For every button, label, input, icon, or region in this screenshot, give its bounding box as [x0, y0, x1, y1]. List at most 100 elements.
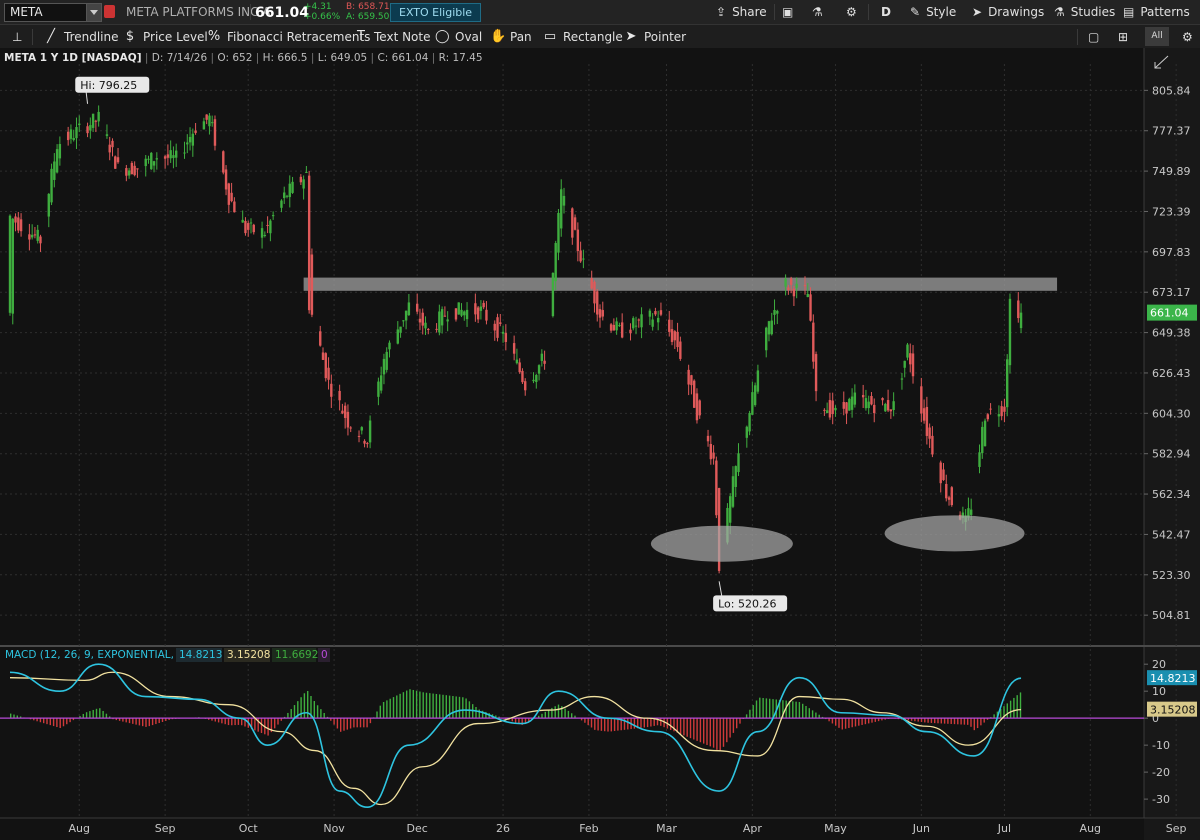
tool-label: Text Note: [374, 29, 431, 44]
candle-body: [97, 111, 100, 122]
candle-body: [1000, 406, 1003, 417]
candle-body: [152, 161, 156, 166]
candle-body: [465, 309, 469, 320]
candle-body: [656, 317, 660, 323]
tool-trendline[interactable]: ╱ Trendline: [44, 25, 118, 48]
candle-body: [873, 404, 876, 414]
all-layout-button[interactable]: All: [1145, 27, 1169, 46]
histogram-bar: [729, 718, 731, 738]
candle-body: [321, 352, 325, 360]
info-range: R: 17.45: [438, 52, 483, 64]
candle-body: [485, 309, 488, 321]
histogram-bar: [151, 718, 154, 726]
histogram-bar: [396, 695, 398, 719]
symbol-dropdown-icon[interactable]: [86, 4, 101, 21]
histogram-bar: [56, 718, 58, 728]
histogram-bar: [89, 711, 91, 719]
histogram-bar: [564, 708, 566, 719]
histogram-bar: [227, 718, 230, 726]
linking-icon[interactable]: [104, 5, 115, 18]
candle-body: [366, 443, 369, 445]
candle-body: [127, 170, 131, 176]
candle-body: [111, 140, 114, 148]
histogram-bar: [699, 718, 702, 743]
tool-pan[interactable]: ✋ Pan: [490, 25, 532, 48]
price-tick-label: 626.43: [1152, 367, 1191, 380]
candle-body: [479, 306, 483, 311]
candle-body: [853, 392, 857, 405]
candle-body: [814, 354, 818, 392]
candle-body: [535, 374, 538, 382]
candle-body: [379, 375, 383, 391]
exto-badge: EXTO Eligible: [390, 3, 482, 22]
histogram-bar: [937, 718, 939, 724]
candle-body: [767, 321, 771, 335]
drawings-button[interactable]: ➤ Drawings: [972, 0, 1044, 24]
price-tick-label: 777.37: [1152, 125, 1191, 138]
symbol-input[interactable]: META: [4, 3, 102, 22]
histogram-bar: [366, 718, 368, 728]
histogram-bar: [861, 718, 863, 725]
histogram-bar: [293, 705, 296, 719]
histogram-bar: [739, 718, 741, 724]
aggregation-button[interactable]: D: [881, 0, 891, 24]
price-chart[interactable]: 805.84 777.37 749.89 723.39 697.83 673.17 649.…: [0, 48, 1200, 840]
histogram-bar: [231, 718, 233, 726]
bid-value: B: 658.71: [346, 2, 390, 12]
support-oval: [884, 515, 1025, 552]
price-tick-label: 723.39: [1152, 205, 1191, 218]
tool-price-level[interactable]: $ Price Level: [123, 25, 208, 48]
tool-rectangle[interactable]: ▭ Rectangle: [543, 25, 623, 48]
single-layout-icon[interactable]: ▢: [1088, 25, 1099, 48]
candle-body: [881, 398, 884, 401]
candle-body: [208, 115, 211, 127]
pin-icon[interactable]: ⊥: [12, 25, 22, 48]
tool-text-note[interactable]: T Text Note: [354, 25, 431, 48]
gear-icon[interactable]: ⚙: [1182, 25, 1193, 48]
candle-body: [521, 370, 524, 383]
histogram-bar: [934, 718, 936, 724]
studies-button[interactable]: ⚗ Studies: [1054, 0, 1115, 24]
histogram-bar: [59, 718, 61, 728]
candle-body: [271, 215, 275, 217]
histogram-bar: [607, 718, 609, 732]
histogram-bar: [594, 718, 596, 730]
candle-body: [418, 318, 422, 323]
candle-body: [66, 131, 70, 141]
patterns-button[interactable]: ▤ Patterns: [1123, 0, 1190, 24]
divider: [774, 4, 775, 20]
macd-study-label: MACD (12, 26, 9, EXPONENTIAL, no): [5, 649, 195, 661]
tool-pointer[interactable]: ➤ Pointer: [624, 25, 687, 48]
histogram-bar: [970, 718, 972, 727]
histogram-bar: [148, 718, 150, 727]
histogram-bar: [960, 718, 962, 725]
gear-icon[interactable]: ⚙: [846, 0, 857, 24]
candle-body: [327, 367, 330, 380]
tool-oval[interactable]: ◯ Oval: [435, 25, 482, 48]
histogram-bar: [587, 718, 589, 726]
share-button[interactable]: ⇪ Share: [716, 0, 767, 24]
candle-body: [562, 195, 566, 206]
candle-body: [496, 317, 499, 338]
histogram-bar: [429, 693, 431, 719]
candle-body: [346, 411, 350, 428]
tool-fibonacci[interactable]: % Fibonacci Retracements: [207, 25, 371, 48]
histogram-bar: [759, 697, 761, 719]
candle-body: [283, 192, 286, 199]
candle-body: [748, 413, 751, 432]
time-tick-label: Sep: [1166, 822, 1187, 835]
flask-icon[interactable]: ⚗: [812, 0, 823, 24]
candle-body: [114, 156, 117, 169]
pointer-icon: ➤: [625, 29, 637, 44]
cursor-icon: ➤: [972, 5, 983, 19]
calendar-icon[interactable]: ▣: [782, 0, 793, 24]
histogram-bar: [125, 718, 127, 723]
candle-body: [864, 398, 868, 409]
style-button[interactable]: ✎ Style: [910, 0, 956, 24]
grid-layout-icon[interactable]: ⊞: [1118, 25, 1128, 48]
histogram-bar: [722, 718, 725, 747]
time-tick-label: Aug: [69, 822, 90, 835]
candle-body: [806, 294, 809, 298]
candle-body: [14, 216, 17, 223]
histogram-bar: [155, 718, 157, 725]
